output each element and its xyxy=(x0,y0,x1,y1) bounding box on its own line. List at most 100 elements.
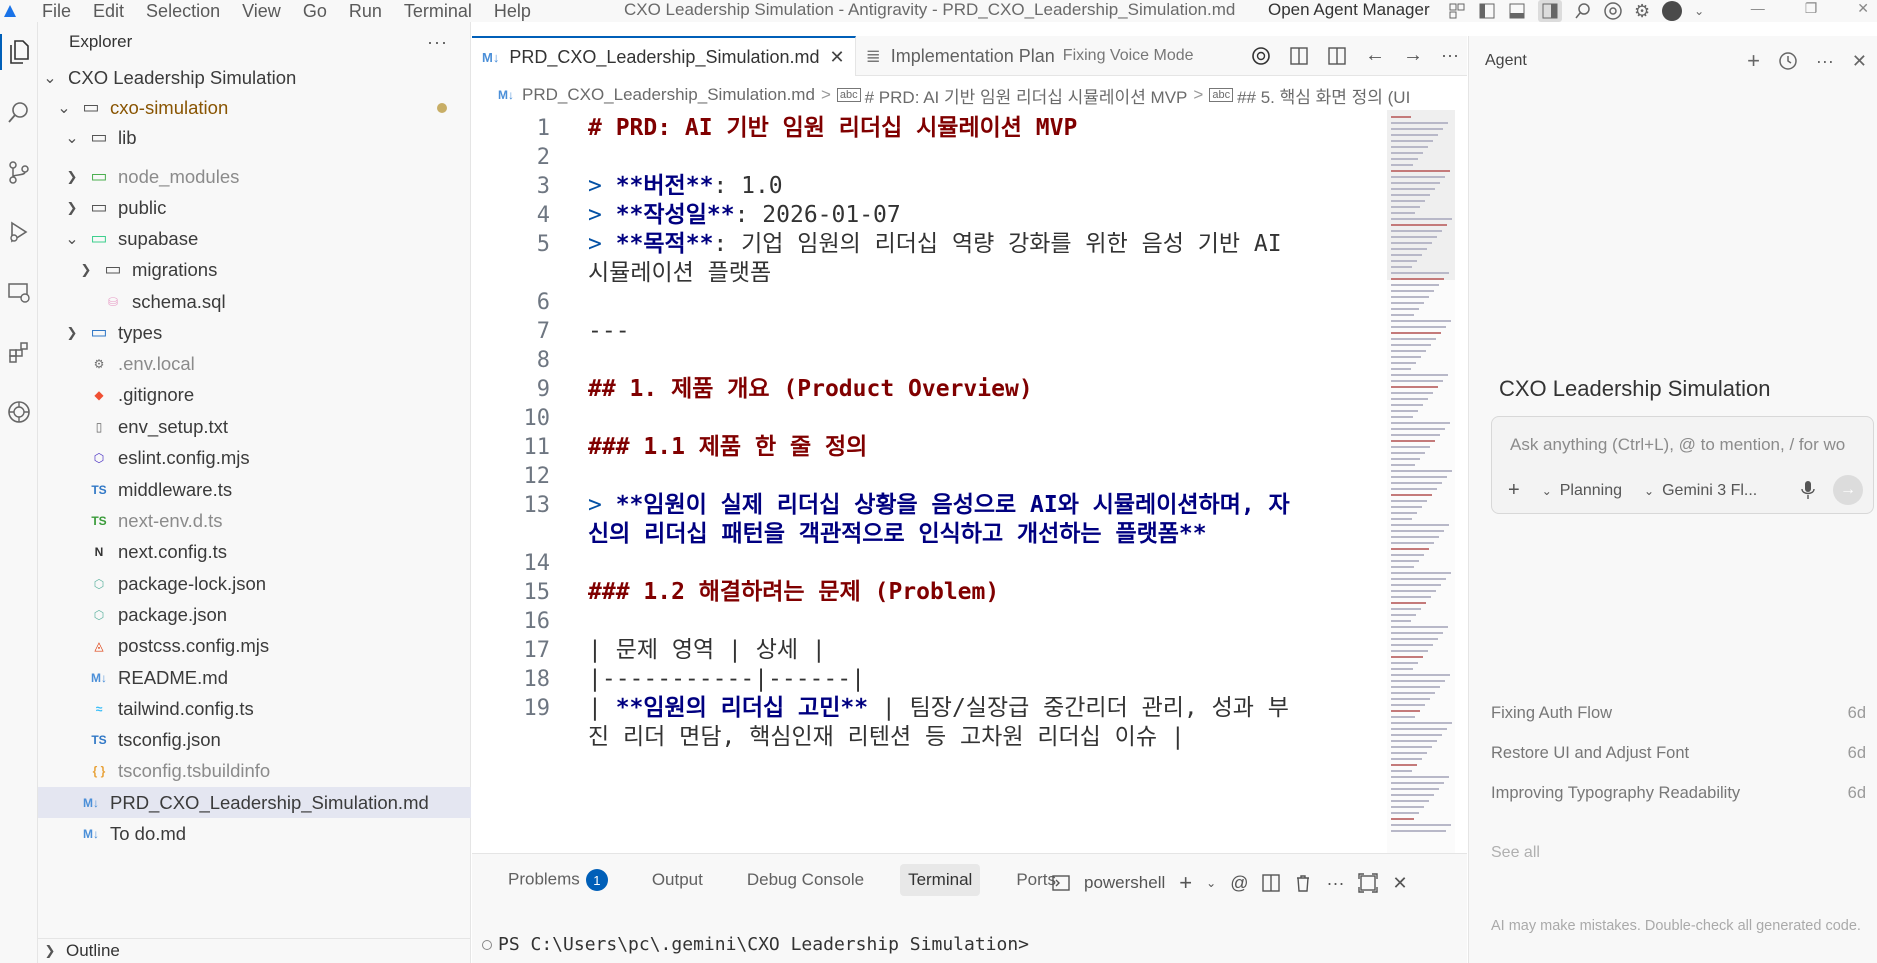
new-terminal-icon[interactable]: + xyxy=(1179,870,1192,896)
split-editor-icon[interactable] xyxy=(1327,46,1347,66)
menu-edit[interactable]: Edit xyxy=(93,1,124,22)
minimize-icon[interactable]: — xyxy=(1751,0,1765,17)
split-terminal-icon[interactable] xyxy=(1262,874,1281,892)
more-actions-icon[interactable]: ··· xyxy=(1441,45,1459,66)
chat-input-placeholder[interactable]: Ask anything (Ctrl+L), @ to mention, / f… xyxy=(1510,435,1845,455)
tab-terminal[interactable]: Terminal xyxy=(900,864,981,896)
tree-file[interactable]: TS next-env.d.ts xyxy=(38,505,471,536)
tree-root[interactable]: ⌄ CXO Leadership Simulation xyxy=(38,62,471,93)
avatar[interactable] xyxy=(1662,1,1683,21)
close-icon[interactable]: ✕ xyxy=(1852,51,1867,72)
send-button[interactable]: → xyxy=(1833,475,1863,505)
arrow-left-icon[interactable]: ← xyxy=(1365,44,1385,67)
menu-go[interactable]: Go xyxy=(303,1,327,22)
more-actions-icon[interactable]: ··· xyxy=(427,32,448,53)
terminal-output[interactable]: PS C:\Users\pc\.gemini\CXO Leadership Si… xyxy=(482,934,1029,955)
restore-icon[interactable]: ❐ xyxy=(1805,0,1818,17)
menu-terminal[interactable]: Terminal xyxy=(404,1,472,22)
extensions-icon[interactable] xyxy=(0,322,38,382)
maximize-panel-icon[interactable] xyxy=(1358,873,1379,893)
chevron-down-icon[interactable]: ⌄ xyxy=(1694,4,1704,18)
minimap[interactable] xyxy=(1387,110,1455,853)
trash-icon[interactable] xyxy=(1294,874,1312,892)
tab-label: Implementation Plan xyxy=(890,45,1055,66)
tree-file[interactable]: M↓ README.md xyxy=(38,662,471,693)
outline-section[interactable]: ❯ Outline xyxy=(38,938,471,963)
tree-file[interactable]: ⬡ package.json xyxy=(38,599,471,630)
tree-file[interactable]: TS middleware.ts xyxy=(38,474,471,505)
tree-file[interactable]: ◆ .gitignore xyxy=(38,379,471,410)
openai-icon[interactable] xyxy=(1251,46,1271,66)
code-line[interactable]: 진 리더 면담, 핵심인재 리텐션 등 고차원 리더십 이슈 | xyxy=(472,720,1392,755)
toggle-sidebar-icon[interactable] xyxy=(1478,2,1496,20)
tree-file[interactable]: M↓ To do.md xyxy=(38,818,471,849)
model-selector[interactable]: ⌄ Gemini 3 Fl... xyxy=(1644,482,1757,500)
tree-file[interactable]: ⚙ .env.local xyxy=(38,348,471,379)
toggle-secondary-sidebar-icon[interactable] xyxy=(1538,0,1562,22)
add-context-icon[interactable]: + xyxy=(1508,479,1520,502)
tree-file[interactable]: ⛁ schema.sql xyxy=(38,286,471,317)
breadcrumb-heading-2[interactable]: ## 5. 핵심 화면 정의 (UI xyxy=(1237,83,1410,108)
breadcrumb-file[interactable]: PRD_CXO_Leadership_Simulation.md xyxy=(522,85,815,105)
tab-problems[interactable]: Problems 1 xyxy=(500,863,616,897)
openai-icon[interactable] xyxy=(0,382,38,442)
close-window-icon[interactable]: ✕ xyxy=(1857,0,1869,17)
see-all-link[interactable]: See all xyxy=(1491,844,1540,862)
conversation-item[interactable]: Restore UI and Adjust Font 6d xyxy=(1491,744,1866,763)
tree-file[interactable]: TS tsconfig.json xyxy=(38,724,471,755)
tree-folder[interactable]: ⌄ ▭ cxo-simulation xyxy=(38,92,471,123)
tab-implementation-plan[interactable]: ≣ Implementation Plan Fixing Voice Mode xyxy=(856,36,1204,76)
toggle-panel-icon[interactable] xyxy=(1508,2,1526,20)
tree-folder[interactable]: ⌄ ▭ lib xyxy=(38,122,471,153)
arrow-right-icon[interactable]: → xyxy=(1403,44,1423,67)
mode-selector[interactable]: ⌄ Planning xyxy=(1542,482,1622,500)
menu-selection[interactable]: Selection xyxy=(146,1,220,22)
explorer-icon[interactable] xyxy=(0,22,38,82)
close-panel-icon[interactable]: ✕ xyxy=(1392,873,1407,894)
mention-icon[interactable]: @ xyxy=(1230,873,1248,894)
remote-explorer-icon[interactable] xyxy=(0,262,38,322)
tab-debug-console[interactable]: Debug Console xyxy=(739,864,872,896)
open-preview-icon[interactable] xyxy=(1289,46,1309,66)
tree-file[interactable]: ▯ env_setup.txt xyxy=(38,411,471,442)
terminal-shell-name[interactable]: powershell xyxy=(1084,873,1165,893)
new-chat-icon[interactable]: + xyxy=(1747,48,1760,74)
tab-output[interactable]: Output xyxy=(644,864,711,896)
close-icon[interactable]: ✕ xyxy=(830,47,845,68)
microphone-icon[interactable] xyxy=(1799,479,1817,501)
tree-file[interactable]: Nnext.config.ts xyxy=(38,536,471,567)
chat-input-box[interactable]: Ask anything (Ctrl+L), @ to mention, / f… xyxy=(1491,416,1874,514)
conversation-item[interactable]: Improving Typography Readability 6d xyxy=(1491,784,1866,803)
tree-folder[interactable]: ⌄ ▭ supabase xyxy=(38,223,471,254)
tree-file[interactable]: M↓ PRD_CXO_Leadership_Simulation.md xyxy=(38,787,471,818)
breadcrumb-heading-1[interactable]: # PRD: AI 기반 임원 리더십 시뮬레이션 MVP xyxy=(865,83,1188,108)
settings-gear-icon[interactable]: ⚙ xyxy=(1634,1,1650,22)
source-control-icon[interactable] xyxy=(0,142,38,202)
tree-file[interactable]: ⬡ package-lock.json xyxy=(38,568,471,599)
open-agent-manager-button[interactable]: Open Agent Manager xyxy=(1268,0,1430,20)
search-icon[interactable] xyxy=(0,82,38,142)
tree-folder[interactable]: ❯ ▭ types xyxy=(38,317,471,348)
search-icon[interactable] xyxy=(1574,2,1592,20)
menu-help[interactable]: Help xyxy=(494,1,531,22)
conversation-item[interactable]: Fixing Auth Flow 6d xyxy=(1491,704,1866,723)
chrome-icon[interactable] xyxy=(1604,2,1622,20)
code-editor[interactable]: 1 # PRD: AI 기반 임원 리더십 시뮬레이션 MVP 2 3 > **버전**… xyxy=(472,110,1467,853)
run-debug-icon[interactable] xyxy=(0,202,38,262)
more-actions-icon[interactable]: ··· xyxy=(1816,51,1834,72)
menu-run[interactable]: Run xyxy=(349,1,382,22)
menu-view[interactable]: View xyxy=(242,1,281,22)
tree-file[interactable]: ⬡ eslint.config.mjs xyxy=(38,442,471,473)
tree-folder[interactable]: ❯ ▭ node_modules xyxy=(38,161,471,192)
tree-file[interactable]: { } tsconfig.tsbuildinfo xyxy=(38,755,471,786)
more-actions-icon[interactable]: ··· xyxy=(1326,873,1344,894)
chevron-down-icon[interactable]: ⌄ xyxy=(1206,876,1216,890)
history-icon[interactable] xyxy=(1778,51,1798,71)
tree-file[interactable]: ◬ postcss.config.mjs xyxy=(38,630,471,661)
tree-folder[interactable]: ❯ ▭ public xyxy=(38,192,471,223)
customize-layout-icon[interactable] xyxy=(1448,2,1466,20)
menu-file[interactable]: File xyxy=(42,1,71,22)
tree-folder[interactable]: ❯ ▭ migrations xyxy=(38,254,471,285)
tree-file[interactable]: ≈ tailwind.config.ts xyxy=(38,693,471,724)
tab-prd[interactable]: M↓ PRD_CXO_Leadership_Simulation.md ✕ xyxy=(472,36,856,76)
